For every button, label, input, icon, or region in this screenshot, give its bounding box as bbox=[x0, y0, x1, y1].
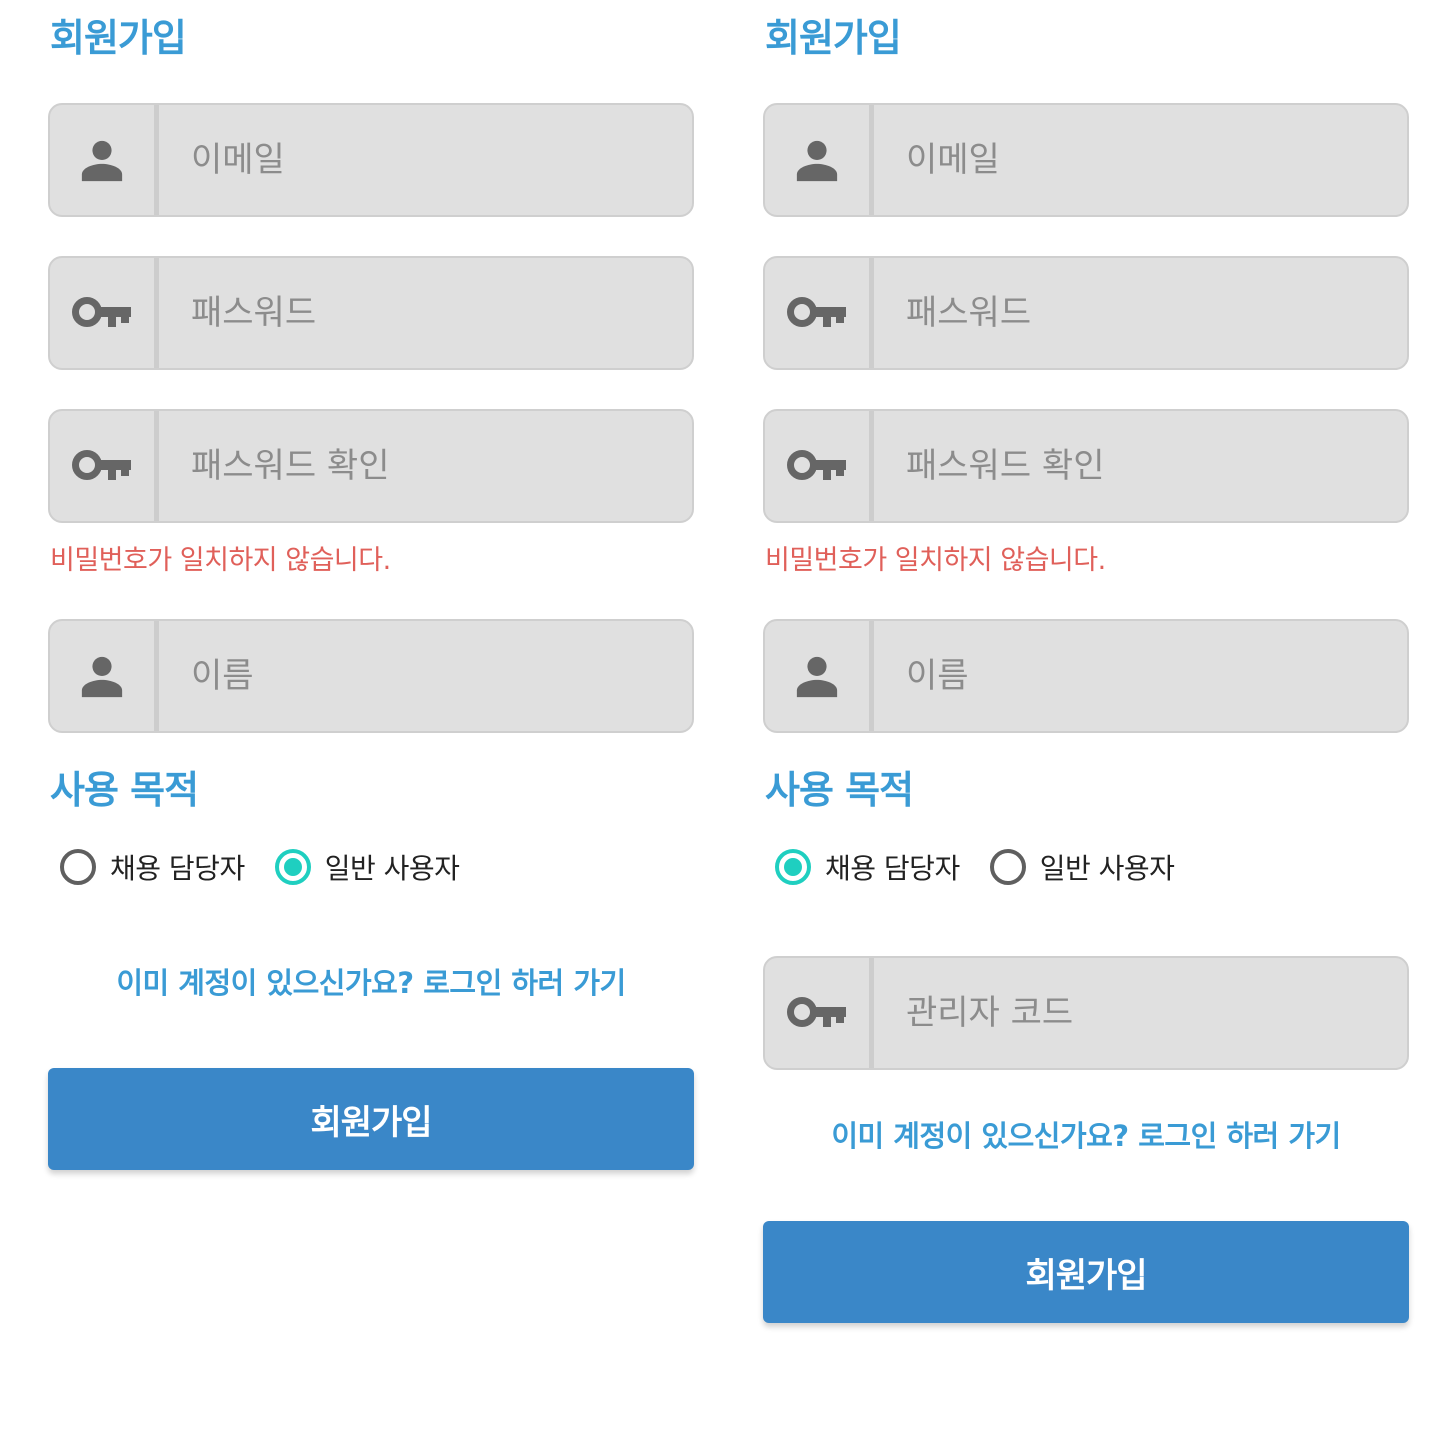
key-icon bbox=[765, 411, 874, 521]
radio-label: 일반 사용자 bbox=[324, 852, 460, 885]
password-confirm-field[interactable] bbox=[763, 409, 1409, 523]
radio-unchecked-icon[interactable] bbox=[60, 849, 96, 885]
password-input[interactable] bbox=[159, 258, 692, 368]
radio-label: 채용 담당자 bbox=[110, 852, 245, 885]
radio-recruiter[interactable]: 채용 담당자 bbox=[775, 847, 960, 887]
radio-checked-icon[interactable] bbox=[274, 849, 311, 885]
password-confirm-input[interactable] bbox=[874, 411, 1407, 521]
radio-label: 채용 담당자 bbox=[825, 852, 960, 885]
password-field[interactable] bbox=[763, 256, 1409, 370]
purpose-title: 사용 목적 bbox=[765, 768, 914, 812]
name-input[interactable] bbox=[874, 621, 1407, 731]
signup-button[interactable]: 회원가입 bbox=[763, 1221, 1409, 1323]
key-icon bbox=[50, 258, 159, 368]
password-input[interactable] bbox=[874, 258, 1407, 368]
page-title: 회원가입 bbox=[50, 16, 187, 60]
login-link[interactable]: 이미 계정이 있으신가요? 로그인 하러 가기 bbox=[763, 1116, 1409, 1156]
email-input[interactable] bbox=[159, 105, 692, 215]
radio-general-user[interactable]: 일반 사용자 bbox=[274, 847, 460, 887]
person-icon bbox=[50, 621, 159, 731]
purpose-title: 사용 목적 bbox=[50, 768, 199, 812]
radio-checked-icon[interactable] bbox=[775, 849, 811, 885]
email-field[interactable] bbox=[763, 103, 1409, 217]
password-mismatch-error: 비밀번호가 일치하지 않습니다. bbox=[50, 545, 391, 576]
radio-general-user[interactable]: 일반 사용자 bbox=[989, 847, 1175, 887]
key-icon bbox=[765, 258, 874, 368]
password-confirm-input[interactable] bbox=[159, 411, 692, 521]
email-field[interactable] bbox=[48, 103, 694, 217]
name-field[interactable] bbox=[48, 619, 694, 733]
radio-recruiter[interactable]: 채용 담당자 bbox=[60, 847, 245, 887]
admin-code-field[interactable] bbox=[763, 956, 1409, 1070]
password-mismatch-error: 비밀번호가 일치하지 않습니다. bbox=[765, 545, 1106, 576]
radio-label: 일반 사용자 bbox=[1039, 852, 1175, 885]
login-link[interactable]: 이미 계정이 있으신가요? 로그인 하러 가기 bbox=[48, 963, 694, 1003]
key-icon bbox=[765, 958, 874, 1068]
person-icon bbox=[765, 105, 874, 215]
admin-code-input[interactable] bbox=[874, 958, 1407, 1068]
purpose-radio-group: 채용 담당자 일반 사용자 bbox=[775, 842, 1204, 892]
email-input[interactable] bbox=[874, 105, 1407, 215]
password-field[interactable] bbox=[48, 256, 694, 370]
purpose-radio-group: 채용 담당자 일반 사용자 bbox=[60, 842, 489, 892]
signup-button[interactable]: 회원가입 bbox=[48, 1068, 694, 1170]
name-input[interactable] bbox=[159, 621, 692, 731]
person-icon bbox=[50, 105, 159, 215]
password-confirm-field[interactable] bbox=[48, 409, 694, 523]
person-icon bbox=[765, 621, 874, 731]
radio-unchecked-icon[interactable] bbox=[989, 849, 1026, 885]
key-icon bbox=[50, 411, 159, 521]
page-title: 회원가입 bbox=[765, 16, 902, 60]
name-field[interactable] bbox=[763, 619, 1409, 733]
